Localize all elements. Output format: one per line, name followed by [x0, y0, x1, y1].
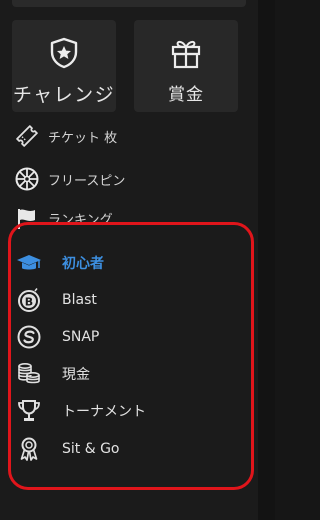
trophy-icon: [18, 400, 40, 421]
graduation-cap-icon: [17, 255, 41, 270]
ticket-icon: [16, 125, 38, 147]
game-label-beginner: 初心者: [62, 256, 104, 272]
game-item-sit-and-go[interactable]: Sit & Go: [16, 434, 236, 464]
game-item-cash[interactable]: 現金: [16, 359, 236, 389]
menu-item-ranking[interactable]: ランキング: [14, 204, 244, 232]
menu-item-free-spin[interactable]: フリースピン: [14, 165, 244, 193]
game-label-blast: Blast: [62, 292, 97, 308]
prize-label: 賞金: [168, 85, 204, 105]
game-label-tournament: トーナメント: [62, 404, 146, 420]
coins-icon: [18, 362, 40, 384]
shield-star-icon: [50, 37, 78, 69]
game-label-snap: SNAP: [62, 329, 100, 345]
content-edge: [258, 0, 275, 520]
menu-label-free-spin: フリースピン: [48, 173, 126, 189]
menu-label-ranking: ランキング: [48, 212, 113, 228]
game-label-cash: 現金: [62, 367, 90, 383]
lobby-sidebar: チャレンジ 賞金 チケット 枚 フリースピン ランキング 初心者 B Blast…: [0, 0, 258, 520]
game-item-tournament[interactable]: トーナメント: [16, 396, 236, 426]
flag-icon: [18, 209, 35, 229]
game-item-beginner[interactable]: 初心者: [16, 248, 236, 278]
challenge-label: チャレンジ: [12, 84, 116, 106]
snap-icon: [17, 325, 41, 349]
menu-label-ticket: チケット 枚: [48, 130, 118, 146]
ribbon-icon: [20, 437, 38, 461]
game-item-blast[interactable]: B Blast: [16, 285, 236, 315]
game-label-sit-and-go: Sit & Go: [62, 441, 120, 457]
svg-text:B: B: [25, 296, 33, 309]
challenge-tile[interactable]: チャレンジ: [12, 20, 116, 112]
game-item-snap[interactable]: SNAP: [16, 322, 236, 352]
prize-tile[interactable]: 賞金: [134, 20, 238, 112]
wheel-icon: [15, 167, 39, 191]
bomb-icon: B: [18, 288, 40, 312]
top-bar: [12, 0, 246, 7]
gift-icon: [171, 40, 201, 69]
menu-item-ticket[interactable]: チケット 枚: [14, 122, 244, 150]
